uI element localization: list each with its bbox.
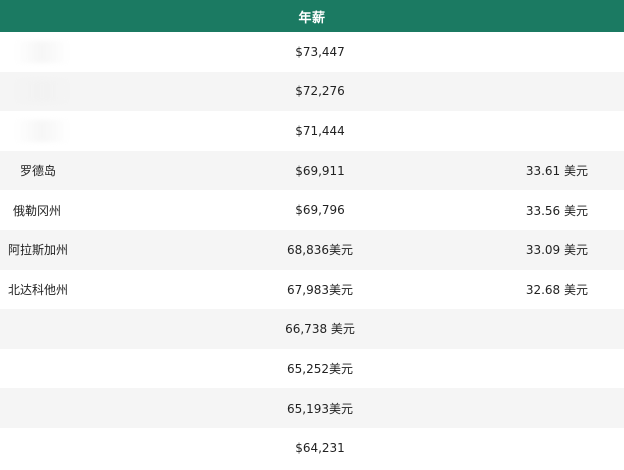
- table-row: $73,447: [0, 32, 624, 72]
- salary-table: 年薪 $73,447 $72,276 $71,444 罗德岛 $69,911 3…: [0, 0, 624, 468]
- annual-salary-cell: 66,738 美元: [285, 322, 355, 337]
- annual-salary-cell: $71,444: [295, 123, 345, 138]
- table-row: 65,193美元: [0, 388, 624, 428]
- hourly-wage-cell: 33.61 美元: [525, 164, 588, 179]
- table-header: 年薪: [0, 0, 624, 32]
- annual-salary-cell: 65,193美元: [287, 401, 353, 416]
- table-row: 66,738 美元: [0, 309, 624, 349]
- table-row: 阿拉斯加州 68,836美元 33.09 美元: [0, 229, 624, 270]
- table-row: 俄勒冈州 $69,796 33.56 美元: [0, 190, 624, 230]
- table-row: $71,444: [0, 111, 624, 151]
- annual-salary-cell: $64,231: [295, 440, 345, 455]
- table-row: $64,231: [0, 427, 624, 468]
- table-row: 北达科他州 67,983美元 32.68 美元: [0, 269, 624, 310]
- table-row: $72,276: [0, 71, 624, 112]
- annual-salary-cell: 65,252美元: [287, 362, 353, 377]
- annual-salary-cell: $73,447: [295, 44, 345, 59]
- annual-salary-cell: $72,276: [295, 84, 345, 99]
- hourly-wage-cell: 32.68 美元: [525, 282, 588, 297]
- hourly-wage-cell: 33.09 美元: [525, 243, 588, 258]
- table-row: 65,252美元: [0, 348, 624, 389]
- header-annual-salary: 年薪: [298, 10, 326, 26]
- table-row: 罗德岛 $69,911 33.61 美元: [0, 150, 624, 191]
- hourly-wage-cell: 33.56 美元: [525, 203, 588, 218]
